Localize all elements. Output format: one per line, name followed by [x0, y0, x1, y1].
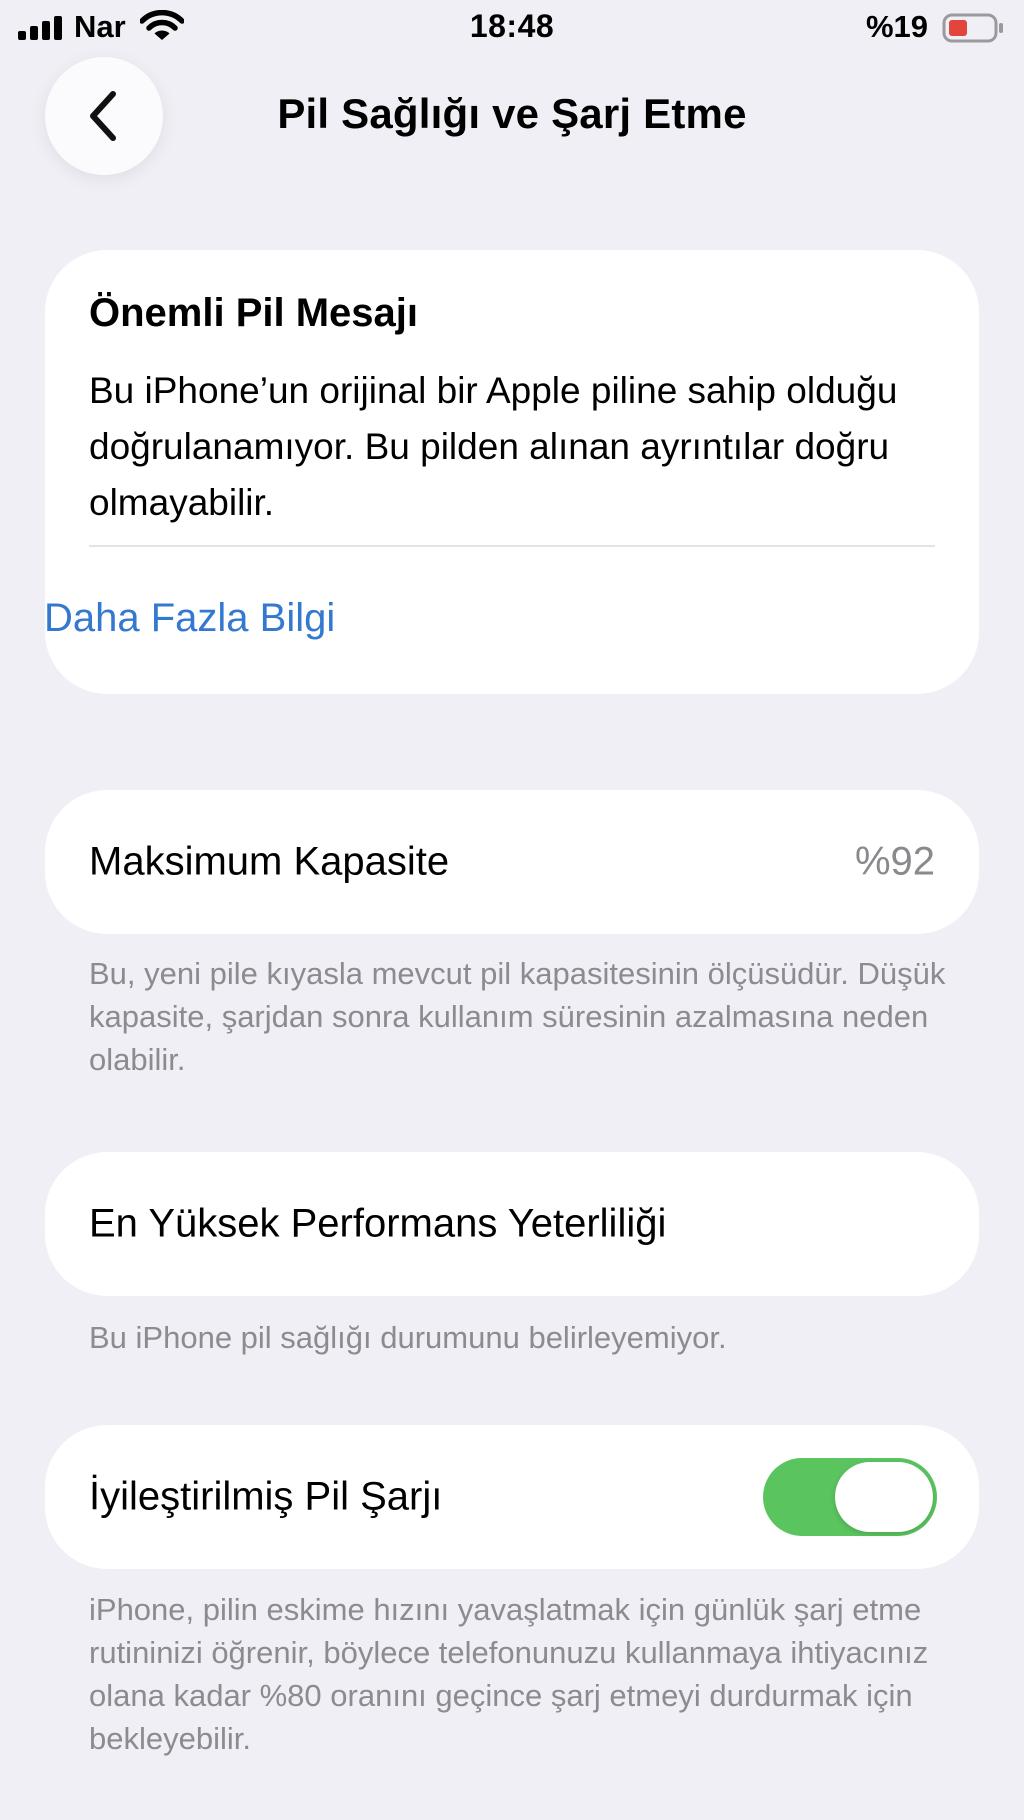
performance-description: Bu iPhone pil sağlığı durumunu belirleye… — [89, 1320, 727, 1355]
battery-icon — [942, 13, 1003, 43]
toggle-knob — [835, 1462, 933, 1532]
capacity-description: Bu, yeni pile kıyasla mevcut pil kapasit… — [89, 956, 946, 1077]
maximum-capacity-row: Maksimum Kapasite %92 — [45, 790, 979, 934]
page-title: Pil Sağlığı ve Şarj Etme — [277, 90, 747, 137]
message-title: Önemli Pil Mesajı — [89, 291, 419, 335]
optimized-charging-label: İyileştirilmiş Pil Şarjı — [89, 1474, 443, 1519]
maximum-capacity-value: %92 — [854, 839, 935, 884]
maximum-capacity-label: Maksimum Kapasite — [89, 839, 450, 884]
divider — [89, 545, 935, 547]
peak-performance-row: En Yüksek Performans Yeterliliği — [45, 1152, 979, 1296]
peak-performance-label: En Yüksek Performans Yeterliliği — [89, 1201, 667, 1246]
optimized-charging-description: iPhone, pilin eskime hızını yavaşlatmak … — [89, 1592, 929, 1756]
back-button[interactable] — [45, 57, 163, 175]
more-info-link[interactable]: Daha Fazla Bilgi — [44, 596, 335, 641]
message-body: Bu iPhone’un orijinal bir Apple piline s… — [89, 370, 898, 523]
battery-percentage: %19 — [865, 9, 928, 44]
optimized-charging-toggle[interactable] — [763, 1458, 937, 1536]
status-bar: Nar 18:48 %19 — [0, 0, 1024, 56]
chevron-left-icon — [90, 91, 116, 141]
optimized-charging-row: İyileştirilmiş Pil Şarjı — [45, 1425, 979, 1569]
